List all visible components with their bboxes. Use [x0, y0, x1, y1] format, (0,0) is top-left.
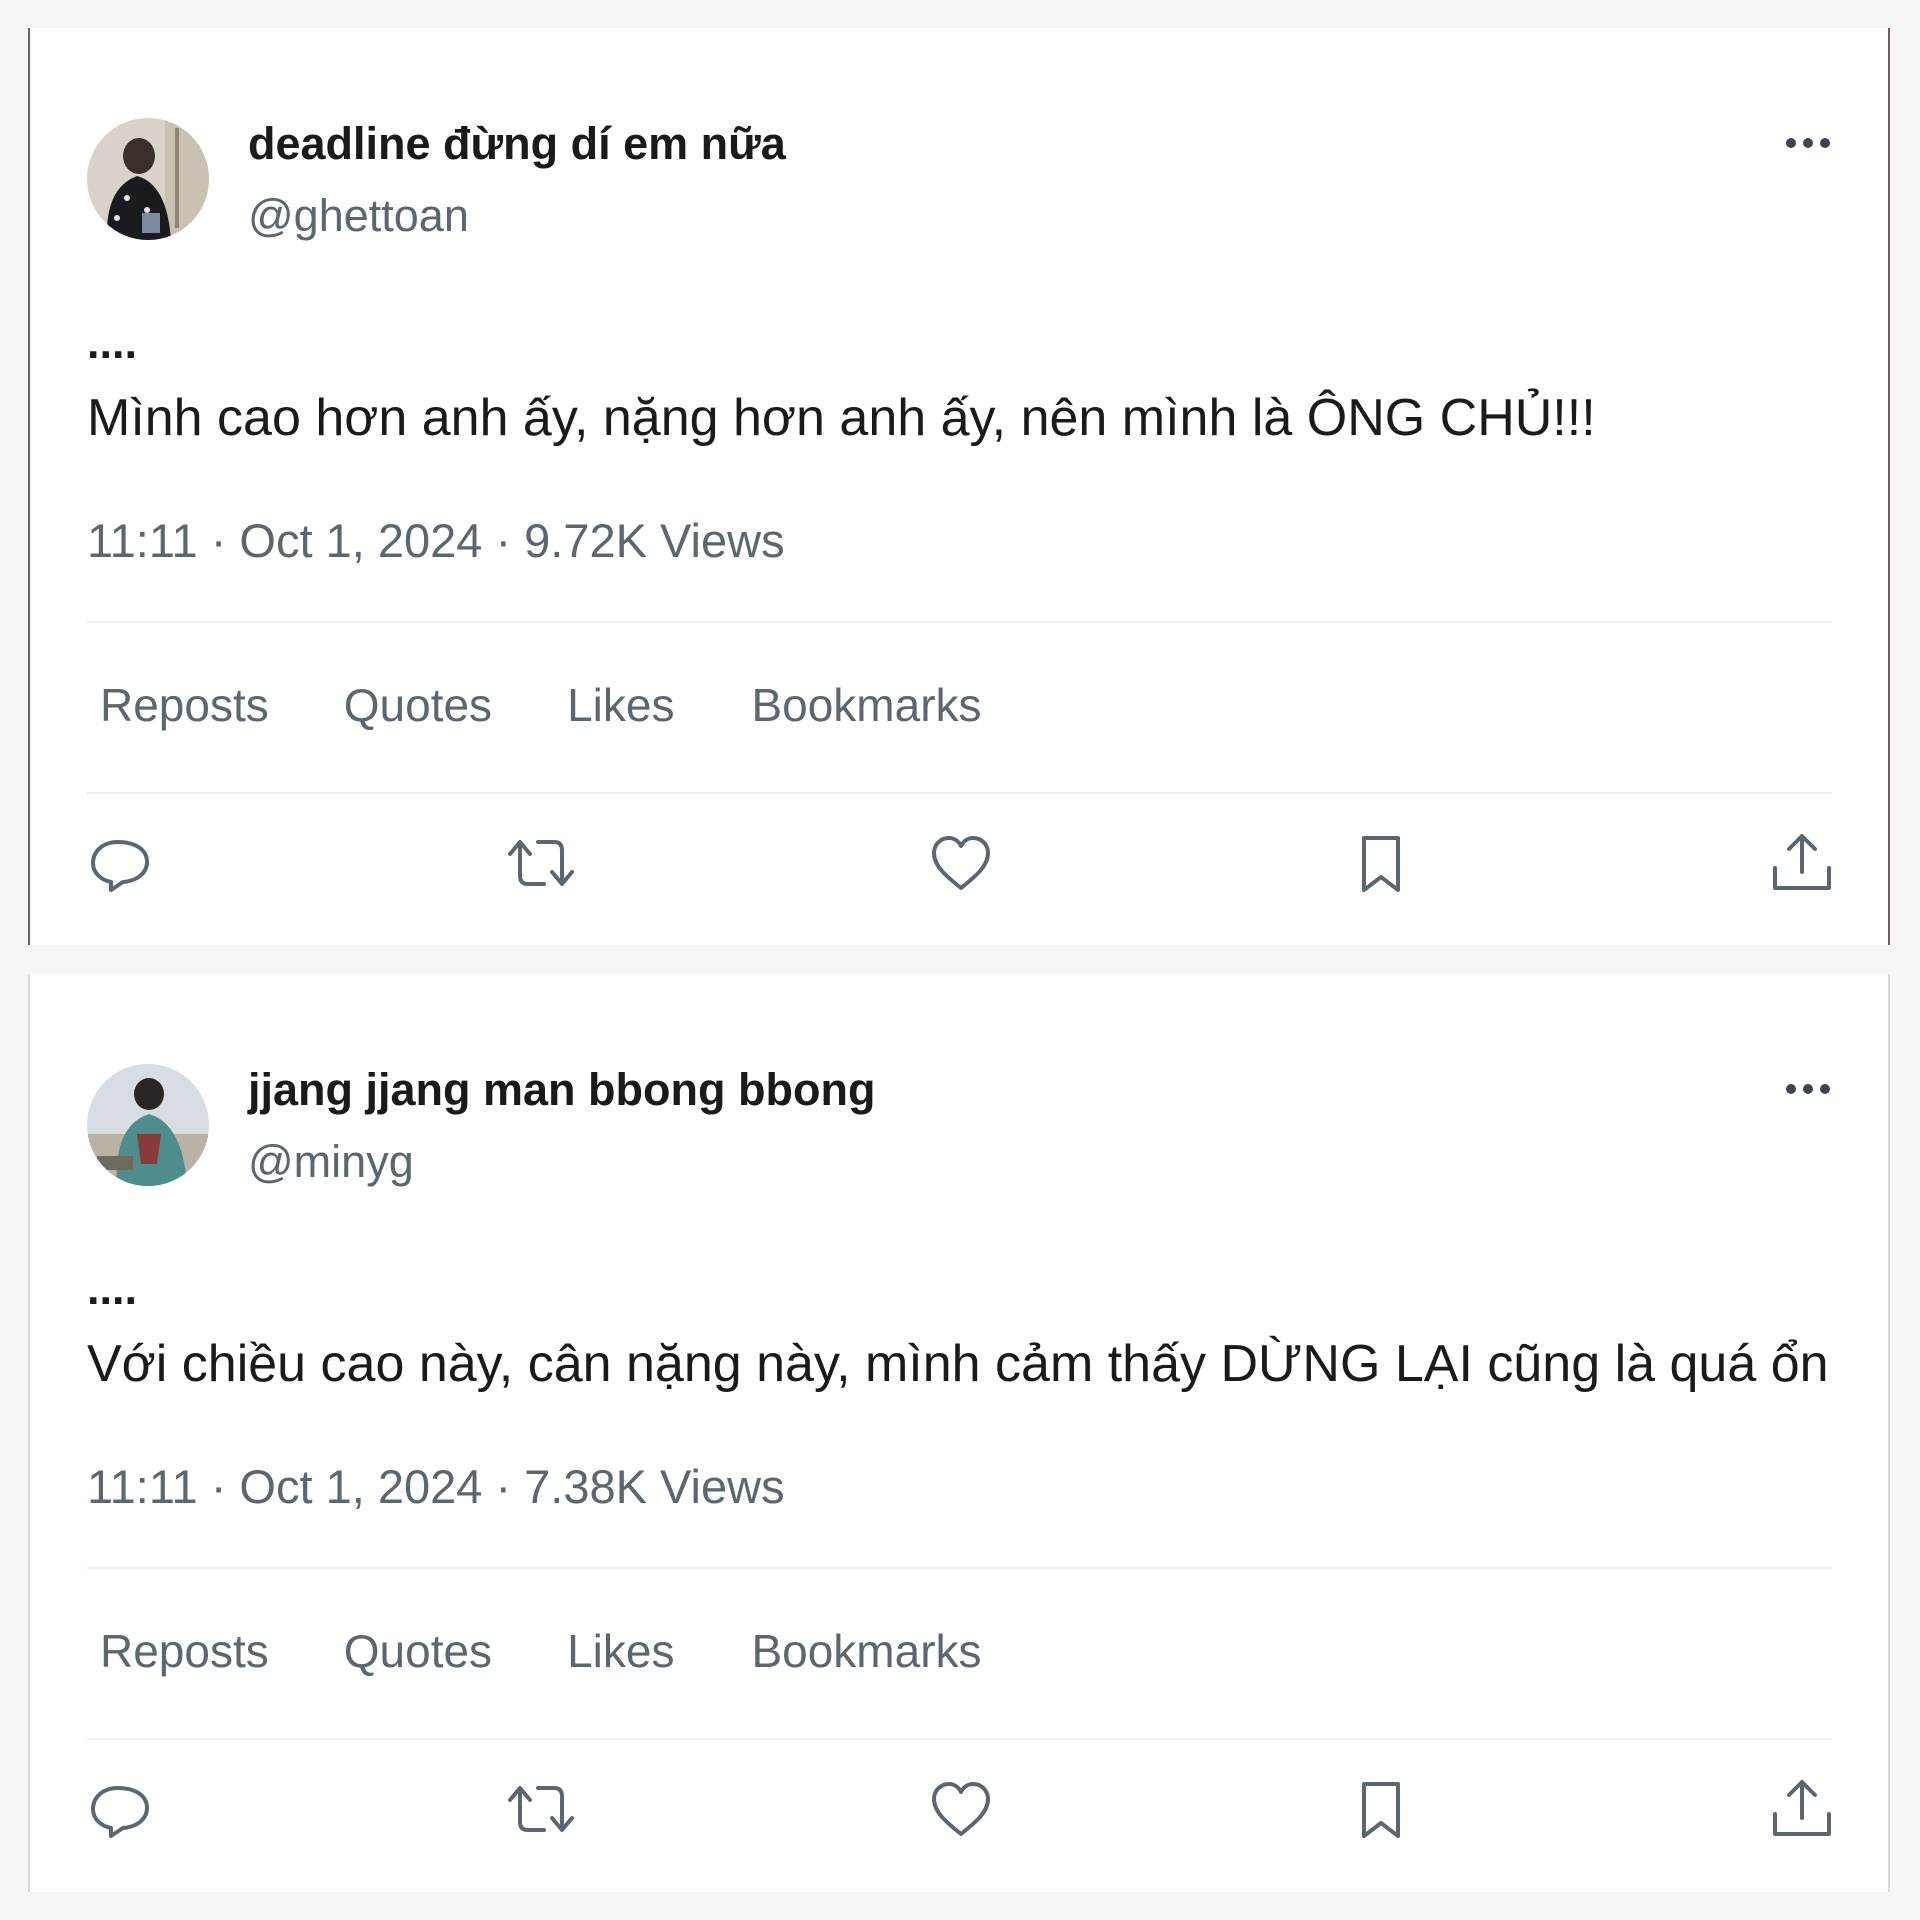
tweet-text: Mình cao hơn anh ấy, nặng hơn anh ấy, nê… — [87, 389, 1596, 447]
avatar[interactable] — [87, 118, 209, 240]
tweet-ellipsis: .... — [87, 1263, 138, 1314]
reposts-link[interactable]: Reposts — [100, 1624, 269, 1678]
bookmarks-link[interactable]: Bookmarks — [751, 1624, 981, 1678]
tweet-ellipsis: .... — [87, 317, 138, 368]
engagement-stats: Reposts Quotes Likes Bookmarks — [100, 1624, 982, 1678]
quotes-link[interactable]: Quotes — [344, 1624, 492, 1678]
divider — [87, 1738, 1832, 1740]
reposts-link[interactable]: Reposts — [100, 678, 269, 732]
bookmark-icon[interactable] — [1346, 1774, 1416, 1844]
reply-icon[interactable] — [85, 1774, 155, 1844]
likes-link[interactable]: Likes — [567, 678, 674, 732]
bookmarks-link[interactable]: Bookmarks — [751, 678, 981, 732]
tweet-card: deadline đừng dí em nữa @ghettoan .... M… — [28, 28, 1890, 945]
display-name[interactable]: jjang jjang man bbong bbong — [248, 1064, 875, 1116]
user-handle[interactable]: @minyg — [248, 1136, 414, 1188]
tweet-text: Với chiều cao này, cân nặng này, mình cả… — [87, 1335, 1829, 1393]
like-icon[interactable] — [926, 828, 996, 898]
repost-icon[interactable] — [506, 1774, 576, 1844]
avatar[interactable] — [87, 1064, 209, 1186]
display-name[interactable]: deadline đừng dí em nữa — [248, 118, 786, 170]
engagement-stats: Reposts Quotes Likes Bookmarks — [100, 678, 982, 732]
like-icon[interactable] — [926, 1774, 996, 1844]
share-icon[interactable] — [1767, 828, 1837, 898]
divider — [87, 621, 1832, 623]
quotes-link[interactable]: Quotes — [344, 678, 492, 732]
bookmark-icon[interactable] — [1346, 828, 1416, 898]
divider — [87, 792, 1832, 794]
repost-icon[interactable] — [506, 828, 576, 898]
divider — [87, 1567, 1832, 1569]
more-icon[interactable] — [1783, 1074, 1833, 1104]
more-icon[interactable] — [1783, 128, 1833, 158]
reply-icon[interactable] — [85, 828, 155, 898]
user-handle[interactable]: @ghettoan — [248, 190, 469, 242]
tweet-meta[interactable]: 11:11 · Oct 1, 2024 · 7.38K Views — [87, 1459, 785, 1514]
share-icon[interactable] — [1767, 1774, 1837, 1844]
tweet-card: jjang jjang man bbong bbong @minyg .... … — [28, 974, 1890, 1892]
tweet-meta[interactable]: 11:11 · Oct 1, 2024 · 9.72K Views — [87, 513, 785, 568]
likes-link[interactable]: Likes — [567, 1624, 674, 1678]
